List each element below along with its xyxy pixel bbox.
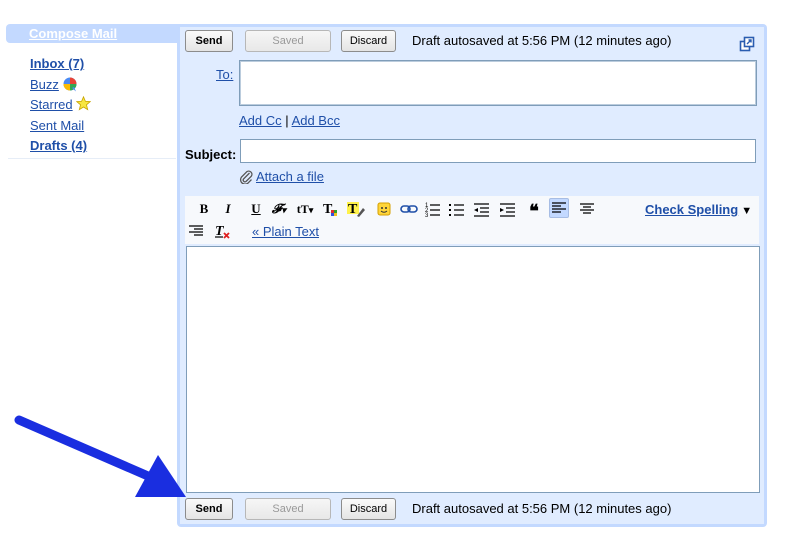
cc-links: Add Cc | Add Bcc: [239, 113, 340, 128]
text-color-icon[interactable]: T: [321, 199, 341, 219]
link-icon[interactable]: [399, 199, 419, 219]
subject-field[interactable]: [240, 139, 756, 163]
compose-panel: Send Saved Discard Draft autosaved at 5:…: [177, 24, 767, 527]
cc-separator: |: [285, 113, 289, 128]
sidebar-item-starred[interactable]: Starred: [30, 95, 91, 116]
attach-file-link[interactable]: Attach a file: [256, 169, 324, 184]
italic-icon[interactable]: I: [218, 199, 238, 219]
highlight-icon[interactable]: T: [346, 199, 366, 219]
compose-mail-tab[interactable]: Compose Mail: [6, 24, 177, 43]
check-spelling-link[interactable]: Check Spelling ▼: [645, 202, 752, 217]
compose-mail-link[interactable]: Compose Mail: [29, 26, 117, 41]
send-button-bottom[interactable]: Send: [185, 498, 233, 520]
sidebar-divider: [8, 158, 176, 159]
svg-text:3: 3: [425, 213, 429, 219]
align-center-icon[interactable]: [577, 199, 597, 219]
remove-formatting-icon[interactable]: T: [213, 221, 233, 241]
add-bcc-link[interactable]: Add Bcc: [292, 113, 340, 128]
paperclip-icon: [239, 170, 253, 184]
align-right-icon[interactable]: [186, 221, 206, 241]
sidebar-item-inbox[interactable]: Inbox (7): [30, 54, 91, 75]
svg-text:T: T: [348, 202, 358, 217]
saved-button-bottom[interactable]: Saved: [245, 498, 331, 520]
emoticon-icon[interactable]: [374, 199, 394, 219]
outdent-icon[interactable]: [472, 199, 492, 219]
buzz-icon: [63, 77, 77, 91]
add-cc-link[interactable]: Add Cc: [239, 113, 282, 128]
discard-button-bottom[interactable]: Discard: [341, 498, 396, 520]
to-field[interactable]: [239, 60, 757, 106]
message-body[interactable]: [186, 246, 760, 493]
quote-icon[interactable]: ❝: [524, 199, 544, 221]
star-icon: [75, 96, 91, 111]
compose-panel-inner: Send Saved Discard Draft autosaved at 5:…: [180, 27, 764, 524]
saved-button-top[interactable]: Saved: [245, 30, 331, 52]
autosave-status-bottom: Draft autosaved at 5:56 PM (12 minutes a…: [412, 501, 672, 516]
attach-file[interactable]: Attach a file: [239, 169, 324, 184]
sidebar-item-drafts[interactable]: Drafts (4): [30, 136, 91, 157]
font-size-icon[interactable]: tT▾: [295, 199, 315, 219]
sidebar-nav: Inbox (7) Buzz Starred Sent Mail Drafts …: [30, 54, 91, 157]
popout-icon[interactable]: [739, 36, 755, 52]
send-button-top[interactable]: Send: [185, 30, 233, 52]
indent-icon[interactable]: [498, 199, 518, 219]
plain-text-link[interactable]: « Plain Text: [252, 224, 319, 239]
sidebar-item-label[interactable]: Buzz: [30, 77, 59, 92]
formatting-toolbar: B I U 𝓕▾ tT▾ T T 123 ❝ T Check Spelling …: [185, 196, 759, 244]
bulleted-list-icon[interactable]: [447, 199, 467, 219]
autosave-status-top: Draft autosaved at 5:56 PM (12 minutes a…: [412, 33, 672, 48]
chevron-down-icon[interactable]: ▼: [741, 205, 752, 217]
check-spelling-label[interactable]: Check Spelling: [645, 202, 738, 217]
discard-button-top[interactable]: Discard: [341, 30, 396, 52]
bold-icon[interactable]: B: [194, 199, 214, 219]
to-label[interactable]: To:: [216, 67, 233, 82]
align-left-icon[interactable]: [549, 198, 569, 218]
sidebar-item-buzz[interactable]: Buzz: [30, 75, 91, 96]
underline-icon[interactable]: U: [246, 199, 266, 219]
font-icon[interactable]: 𝓕▾: [269, 199, 289, 219]
sidebar-item-sent-mail[interactable]: Sent Mail: [30, 116, 91, 137]
subject-label: Subject:: [185, 147, 237, 162]
numbered-list-icon[interactable]: 123: [423, 199, 443, 219]
sidebar-item-label[interactable]: Starred: [30, 97, 73, 112]
